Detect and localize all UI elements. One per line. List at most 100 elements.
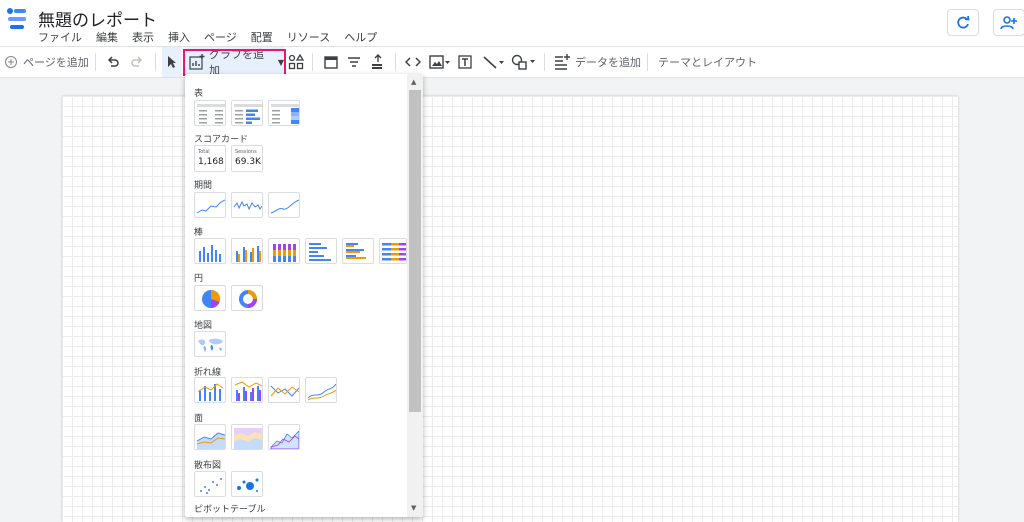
- section-scatter-label: 散布図: [194, 461, 222, 471]
- chart-option-table-heatmap[interactable]: [268, 100, 300, 126]
- chart-option-grouped-column[interactable]: [231, 238, 263, 264]
- table-heatmap-icon: [271, 104, 299, 124]
- smooth-line-icon: [270, 199, 299, 214]
- chart-option-geo-map[interactable]: [194, 331, 226, 357]
- chart-option-time-series[interactable]: [194, 192, 226, 218]
- menu-edit[interactable]: 編集: [96, 29, 118, 45]
- combo-chart-icon: [197, 383, 224, 401]
- scorecard-label: Sessions: [235, 149, 257, 155]
- shape-button[interactable]: [511, 47, 537, 77]
- scatter-chart-icon: [200, 478, 222, 494]
- redo-button[interactable]: [130, 47, 144, 77]
- section-table-label: 表: [194, 89, 204, 99]
- menu-view[interactable]: 表示: [132, 29, 154, 45]
- toolbar-divider: [155, 53, 156, 71]
- table-chart-icon: [197, 104, 225, 124]
- shapes-icon: [288, 54, 304, 70]
- filter-control-button[interactable]: [347, 47, 361, 77]
- line-button[interactable]: [482, 47, 506, 77]
- world-map-icon: [198, 338, 223, 352]
- image-icon: [429, 55, 450, 69]
- scrollbar-thumb[interactable]: [409, 90, 421, 412]
- toolbar-divider: [312, 53, 313, 71]
- chart-option-bubble[interactable]: [231, 471, 263, 497]
- chart-option-100-stacked-area[interactable]: [268, 424, 300, 450]
- smoothed-line-icon: [307, 383, 336, 401]
- chart-option-line[interactable]: [268, 377, 300, 403]
- chart-option-bar[interactable]: [305, 238, 337, 264]
- chart-option-column[interactable]: [194, 238, 226, 264]
- chart-option-stacked-column[interactable]: [268, 238, 300, 264]
- add-data-label: データを追加: [575, 56, 641, 69]
- chart-option-table-bars[interactable]: [231, 100, 263, 126]
- date-range-button[interactable]: [324, 47, 338, 77]
- scroll-down-arrow-icon[interactable]: ▼: [411, 504, 416, 512]
- section-timeseries-label: 期間: [194, 181, 213, 191]
- text-button[interactable]: [458, 47, 472, 77]
- chart-option-pie[interactable]: [194, 285, 226, 311]
- embed-url-button[interactable]: [405, 47, 421, 77]
- bar-chart-icon: [309, 243, 331, 261]
- area-hatch-icon: [270, 430, 299, 449]
- menu-resource[interactable]: リソース: [287, 29, 330, 45]
- report-title[interactable]: 無題のレポート: [38, 6, 157, 31]
- area-chart-icon: [196, 432, 225, 449]
- chart-option-stacked-area[interactable]: [231, 424, 263, 450]
- section-pie-label: 円: [194, 274, 204, 284]
- add-page-button[interactable]: ページを追加: [4, 47, 89, 77]
- scroll-up-arrow-icon[interactable]: ▲: [411, 78, 416, 86]
- chart-option-scatter[interactable]: [194, 471, 226, 497]
- menu-file[interactable]: ファイル: [38, 29, 82, 45]
- chart-option-combo[interactable]: [194, 377, 226, 403]
- image-button[interactable]: [429, 47, 451, 77]
- share-button[interactable]: [993, 9, 1024, 36]
- menu-arrange[interactable]: 配置: [251, 29, 273, 45]
- line-chart-icon: [270, 385, 299, 397]
- select-tool-button[interactable]: [162, 47, 182, 77]
- redo-icon: [131, 56, 143, 67]
- add-circle-icon: [5, 56, 17, 68]
- undo-button[interactable]: [106, 47, 120, 77]
- scorecard-value: 1,168: [198, 157, 224, 167]
- menu-help[interactable]: ヘルプ: [344, 29, 377, 45]
- chart-option-donut[interactable]: [231, 285, 263, 311]
- menu-insert[interactable]: 挿入: [168, 29, 190, 45]
- chart-option-stacked-combo[interactable]: [231, 377, 263, 403]
- menu-bar: ファイル 編集 表示 挿入 ページ 配置 リソース ヘルプ: [38, 29, 391, 45]
- undo-icon: [107, 56, 119, 67]
- menu-page[interactable]: ページ: [204, 29, 237, 45]
- sparkline-icon: [233, 200, 262, 211]
- refresh-icon: [957, 15, 970, 28]
- add-data-button[interactable]: データを追加: [554, 47, 641, 77]
- chart-option-smoothed-line[interactable]: [305, 377, 337, 403]
- section-area-label: 面: [194, 414, 204, 424]
- section-bar-label: 棒: [194, 228, 204, 238]
- add-page-label: ページを追加: [23, 56, 89, 69]
- stacked-area-icon: [234, 428, 262, 449]
- table-bars-icon: [234, 104, 262, 124]
- grouped-bar-icon: [346, 243, 366, 259]
- data-studio-logo-icon[interactable]: [6, 7, 28, 31]
- stacked-column-icon: [273, 244, 296, 262]
- toolbar-divider: [95, 53, 96, 71]
- chart-option-smoothed-time-series[interactable]: [268, 192, 300, 218]
- refresh-button[interactable]: [947, 9, 979, 36]
- scorecard-value: 69.3K: [235, 157, 261, 167]
- grouped-column-icon: [236, 246, 261, 262]
- chart-option-area[interactable]: [194, 424, 226, 450]
- app-header: 無題のレポート ファイル 編集 表示 挿入 ページ 配置 リソース ヘルプ: [0, 0, 1024, 46]
- chart-option-scorecard[interactable]: Total 1,168: [194, 145, 226, 172]
- text-box-icon: [458, 55, 472, 69]
- chart-option-scorecard-compact[interactable]: Sessions 69.3K: [231, 145, 263, 172]
- chart-option-stacked-bar[interactable]: [379, 238, 407, 264]
- chart-option-sparkline[interactable]: [231, 192, 263, 218]
- chart-option-table[interactable]: [194, 100, 226, 126]
- menu-scrollbar[interactable]: ▲ ▼: [407, 74, 423, 517]
- community-viz-button[interactable]: [288, 47, 304, 77]
- scorecard-label: Total: [198, 149, 210, 155]
- theme-layout-button[interactable]: テーマとレイアウト: [658, 47, 757, 77]
- chart-option-grouped-bar[interactable]: [342, 238, 374, 264]
- chart-type-menu: 表 スコアカード Total 1,168 Sessions 69.3K 期間 棒…: [185, 74, 423, 517]
- line-icon: [483, 56, 504, 69]
- data-control-button[interactable]: [370, 47, 384, 77]
